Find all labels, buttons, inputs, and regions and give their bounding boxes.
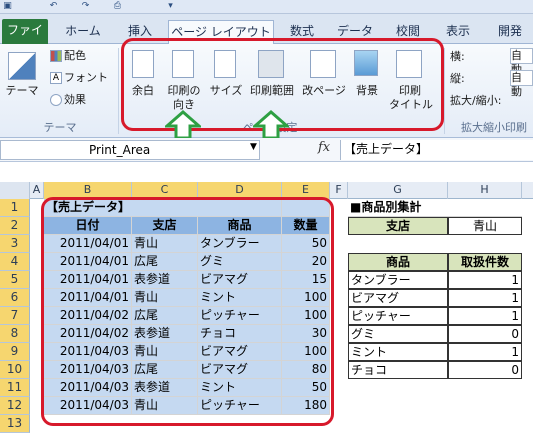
summary-cell[interactable]: 1 [448, 307, 522, 325]
customize-icon[interactable]: ▾ [165, 1, 176, 12]
row-header[interactable]: 6 [0, 289, 30, 307]
height-dropdown[interactable]: 自動 [510, 70, 533, 98]
effects-icon [50, 94, 62, 106]
arrow-up-icon [165, 110, 201, 140]
arrow-up-icon [253, 110, 289, 140]
group-separator [118, 48, 119, 134]
width-label: 横: [450, 50, 465, 63]
effects-button[interactable]: 効果 [64, 93, 104, 107]
save-icon[interactable]: ▣ [2, 1, 13, 12]
quick-access-toolbar: ▣ ↶ ↷ ⎙ ▾ [0, 0, 533, 14]
row-header[interactable]: 7 [0, 307, 30, 325]
width-dropdown[interactable]: 自動 [510, 48, 533, 76]
scale-label: 拡大/縮小: [450, 94, 502, 107]
themes-icon[interactable] [8, 52, 36, 80]
scale-group-label: 拡大縮小印刷 [461, 121, 527, 134]
row-header[interactable]: 2 [0, 217, 30, 235]
print-preview-icon[interactable]: ⎙ [112, 1, 123, 12]
summary-cell[interactable]: 0 [448, 361, 522, 379]
summary-cell[interactable]: 1 [448, 343, 522, 361]
colors-button[interactable]: 配色 [64, 49, 104, 63]
sheet-gap [0, 162, 533, 182]
summary-cell[interactable]: タンブラー [348, 271, 448, 289]
row-header[interactable]: 13 [0, 415, 30, 433]
summary-cell[interactable]: ビアマグ [348, 289, 448, 307]
themes-button[interactable]: テーマ [2, 84, 42, 98]
name-box[interactable]: Print_Area [0, 140, 260, 160]
tab-file[interactable]: ファイル [2, 19, 48, 59]
summary-header-cell[interactable]: 取扱件数 [448, 253, 522, 271]
formula-input[interactable]: 【売上データ】 [340, 140, 533, 160]
column-header[interactable]: G [348, 182, 448, 199]
summary-cell[interactable]: ミント [348, 343, 448, 361]
summary-cell[interactable]: 0 [448, 325, 522, 343]
fonts-icon: A [50, 72, 62, 84]
row-header[interactable]: 11 [0, 379, 30, 397]
redo-icon[interactable]: ↷ [80, 1, 91, 12]
row-header[interactable]: 12 [0, 397, 30, 415]
row-header[interactable]: 9 [0, 343, 30, 361]
column-header[interactable]: A [30, 182, 44, 199]
chevron-down-icon[interactable]: ▼ [250, 142, 257, 152]
row-header[interactable]: 10 [0, 361, 30, 379]
row-header[interactable]: 3 [0, 235, 30, 253]
colors-icon [50, 50, 62, 62]
tab-developer[interactable]: 開発 [488, 20, 532, 44]
undo-icon[interactable]: ↶ [48, 1, 59, 12]
summary-cell[interactable]: チョコ [348, 361, 448, 379]
row-header[interactable]: 1 [0, 199, 30, 217]
theme-group-label: テーマ [43, 121, 77, 134]
summary-cell[interactable]: 1 [448, 271, 522, 289]
summary-cell[interactable]: グミ [348, 325, 448, 343]
summary-title-cell[interactable]: ■商品別集計 [348, 199, 522, 217]
tab-home[interactable]: ホーム [58, 20, 108, 44]
branch-label-cell[interactable]: 支店 [348, 217, 448, 235]
summary-header-cell[interactable]: 商品 [348, 253, 448, 271]
height-label: 縦: [450, 72, 465, 85]
row-header[interactable]: 4 [0, 253, 30, 271]
print-area-highlight [41, 197, 334, 426]
summary-cell[interactable]: ピッチャー [348, 307, 448, 325]
row-header[interactable]: 8 [0, 325, 30, 343]
formula-bar: Print_Area ▼ fx 【売上データ】 [0, 138, 533, 162]
fx-icon[interactable]: fx [318, 140, 330, 155]
ribbon-page-layout: テーマ 配色 A フォント 効果 テーマ 余白 印刷の 向き サイズ 印刷範囲 … [0, 38, 533, 140]
tab-view[interactable]: 表示 [436, 20, 480, 44]
select-all-corner[interactable] [0, 182, 30, 199]
group-separator [444, 48, 445, 134]
column-header[interactable]: F [330, 182, 348, 199]
row-header[interactable]: 5 [0, 271, 30, 289]
branch-value-cell[interactable]: 青山 [448, 217, 522, 235]
summary-cell[interactable]: 1 [448, 289, 522, 307]
column-header[interactable]: H [448, 182, 522, 199]
fonts-button[interactable]: フォント [64, 71, 114, 85]
